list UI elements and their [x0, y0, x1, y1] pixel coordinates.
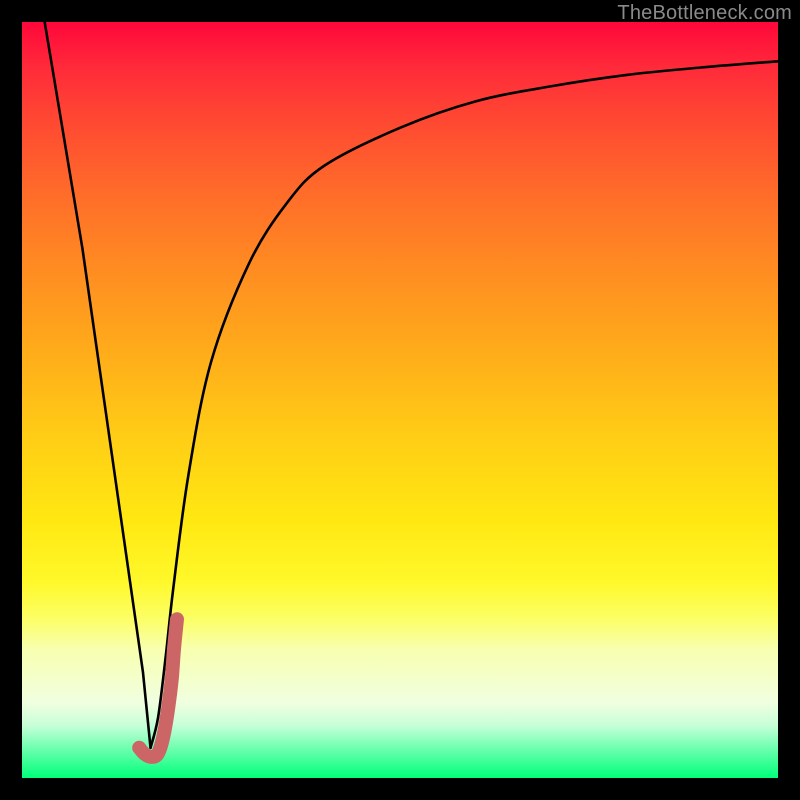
right-branch-curve — [151, 61, 778, 747]
curve-layer — [22, 22, 778, 778]
left-branch-curve — [45, 22, 151, 748]
chart-frame: TheBottleneck.com — [0, 0, 800, 800]
watermark-text: TheBottleneck.com — [617, 2, 792, 25]
plot-area — [22, 22, 778, 778]
